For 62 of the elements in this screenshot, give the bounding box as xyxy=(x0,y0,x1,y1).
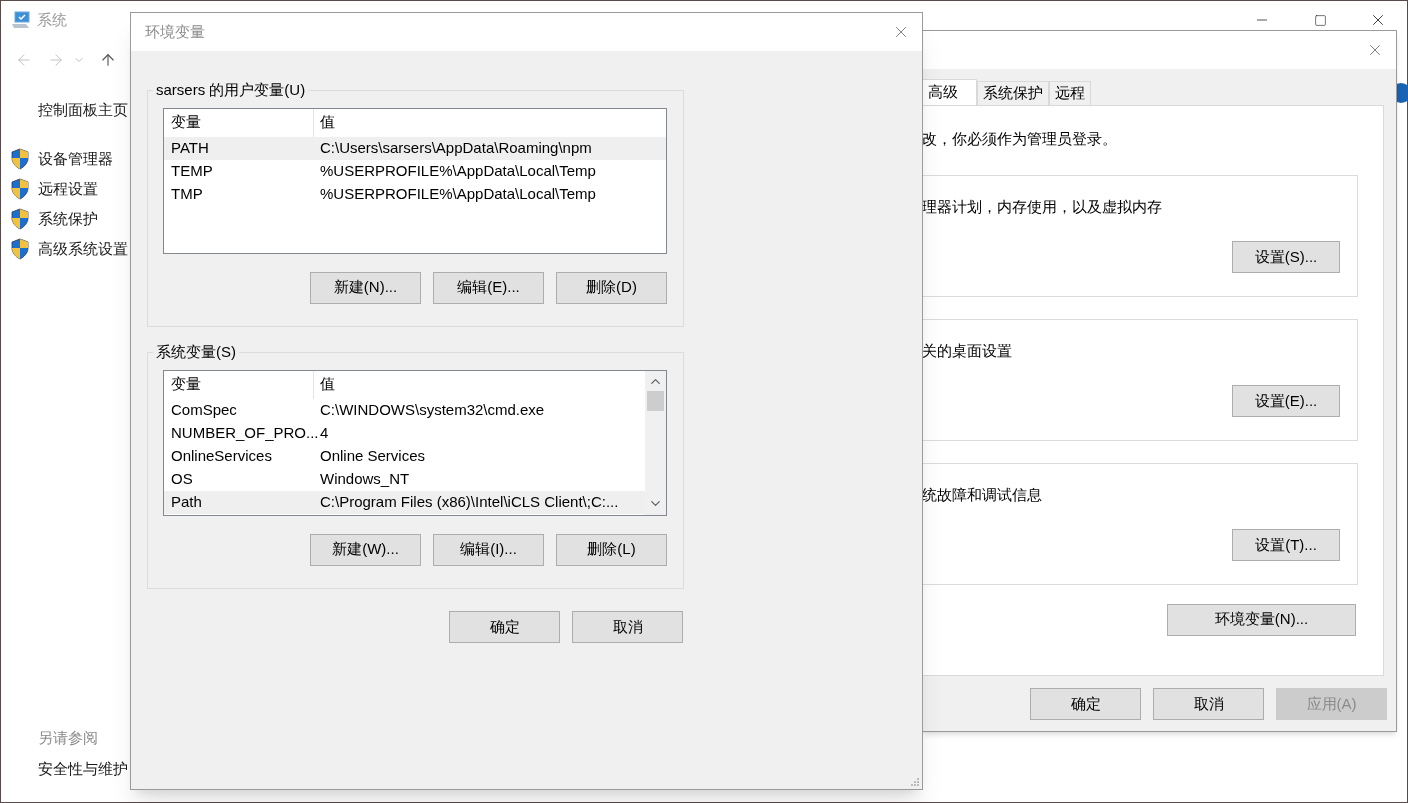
admin-notice: 改，你必须作为管理员登录。 xyxy=(922,129,1118,149)
variable-value: %USERPROFILE%\AppData\Local\Temp xyxy=(319,160,596,181)
environment-variables-button[interactable]: 环境变量(N)... xyxy=(1167,603,1356,636)
variable-name: TMP xyxy=(170,183,204,204)
sidebar-link[interactable]: 系统保护 xyxy=(38,207,98,231)
group-label: 系统变量(S) xyxy=(155,342,237,362)
shield-icon xyxy=(10,208,30,230)
sidebar-link[interactable]: 安全性与维护 xyxy=(38,757,128,780)
sidebar-link[interactable]: 设备管理器 xyxy=(38,147,113,171)
variable-name: OnlineServices xyxy=(170,445,273,466)
group-description: 理器计划，内存使用，以及虚拟内存 xyxy=(922,196,1163,217)
variable-value: C:\Users\sarsers\AppData\Roaming\npm xyxy=(319,137,592,158)
column-header[interactable]: 变量 xyxy=(164,108,314,137)
column-header[interactable]: 变量 xyxy=(164,370,314,399)
shield-icon xyxy=(10,148,30,170)
dialog-button[interactable]: 编辑(E)... xyxy=(433,271,544,304)
variable-name: OS xyxy=(170,468,194,489)
column-header[interactable]: 值 xyxy=(314,111,335,134)
variable-value: Online Services xyxy=(319,445,426,466)
dialog-button[interactable]: 新建(W)... xyxy=(310,533,421,566)
sidebar-link[interactable]: 远程设置 xyxy=(38,177,98,201)
dialog-button[interactable]: 取消 xyxy=(572,611,683,643)
variable-value: Windows_NT xyxy=(319,468,410,489)
list-row[interactable]: PATH C:\Users\sarsers\AppData\Roaming\npm xyxy=(164,136,666,160)
computer-icon xyxy=(11,11,31,29)
dialog-button[interactable]: 取消 xyxy=(1153,688,1264,720)
window-title: 系统 xyxy=(37,9,67,30)
group-description: 关的桌面设置 xyxy=(922,340,1013,361)
dialog-title: 环境变量 xyxy=(145,21,205,42)
sidebar-link[interactable]: 高级系统设置 xyxy=(38,237,128,261)
settings-button[interactable]: 设置(T)... xyxy=(1232,529,1340,561)
variable-value: %USERPROFILE%\AppData\Local\Temp xyxy=(319,183,596,204)
maximize-icon[interactable] xyxy=(1313,13,1327,27)
see-also-heading: 另请参阅 xyxy=(38,728,99,748)
dialog-button[interactable]: 确定 xyxy=(449,611,560,643)
shield-icon xyxy=(10,238,30,260)
variable-value: C:\Program Files (x86)\Intel\iCLS Client\;C:... xyxy=(319,491,619,512)
settings-button[interactable]: 设置(S)... xyxy=(1232,241,1340,273)
scrollbar-thumb[interactable] xyxy=(647,390,664,411)
dialog-button[interactable]: 编辑(I)... xyxy=(433,533,544,566)
sidebar-link[interactable]: 控制面板主页 xyxy=(38,99,128,121)
variable-name: PATH xyxy=(170,137,210,158)
variable-name: ComSpec xyxy=(170,399,238,420)
variable-name: Path xyxy=(170,491,203,512)
group-label: sarsers 的用户变量(U) xyxy=(155,80,307,100)
tab[interactable]: 高级 xyxy=(922,79,977,105)
dialog-button[interactable]: 删除(L) xyxy=(556,533,667,566)
dialog-button[interactable]: 确定 xyxy=(1030,688,1141,720)
dialog-button[interactable]: 删除(D) xyxy=(556,271,667,304)
column-header[interactable]: 值 xyxy=(314,373,335,396)
dialog-button[interactable]: 新建(N)... xyxy=(310,271,421,304)
tab[interactable]: 远程 xyxy=(1049,81,1091,105)
variable-value: C:\WINDOWS\system32\cmd.exe xyxy=(319,399,545,420)
variable-name: TEMP xyxy=(170,160,214,181)
scrollbar[interactable] xyxy=(645,370,666,515)
group-description: 统故障和调试信息 xyxy=(922,484,1043,505)
settings-button[interactable]: 设置(E)... xyxy=(1232,385,1340,417)
tab[interactable]: 系统保护 xyxy=(977,81,1049,105)
variable-value: 4 xyxy=(319,422,329,443)
shield-icon xyxy=(10,178,30,200)
resize-grip-icon xyxy=(910,777,920,787)
list-row[interactable]: Path C:\Program Files (x86)\Intel\iCLS Client\;C:... xyxy=(164,490,645,514)
